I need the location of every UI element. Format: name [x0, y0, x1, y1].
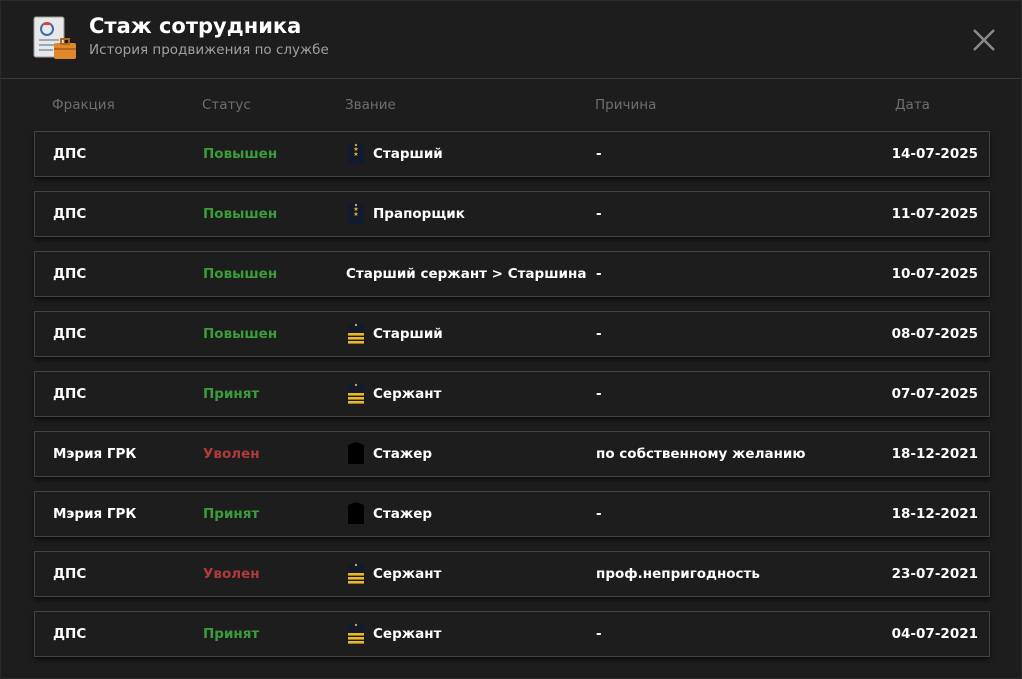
date-cell: 18-12-2021	[891, 506, 978, 522]
faction-cell: ДПС	[53, 626, 87, 642]
reason-cell: -	[596, 626, 602, 642]
faction-cell: ДПС	[53, 206, 87, 222]
reason-cell: -	[596, 206, 602, 222]
rank-label: Сержант	[373, 626, 442, 642]
page-title: Стаж сотрудника	[89, 14, 302, 38]
status-cell: Принят	[203, 626, 260, 642]
table-row: ДПС Повышен ★ ★ Прапорщик - 11-07-2025	[34, 191, 990, 237]
reason-cell: проф.непригодность	[596, 566, 760, 582]
rank-cell: Старший сержант > Старшина	[346, 252, 586, 296]
status-cell: Повышен	[203, 266, 278, 282]
rank-cell: Стажер	[346, 492, 432, 536]
table-row: Мэрия ГРК Уволен Стажер по собственному жел…	[34, 431, 990, 477]
rank-label: Старший	[373, 146, 443, 162]
window-header: Стаж сотрудника История продвижения по с…	[1, 1, 1021, 79]
faction-cell: ДПС	[53, 566, 87, 582]
shoulder-board-stripes-icon	[348, 382, 364, 404]
rank-label: Сержант	[373, 566, 442, 582]
faction-cell: ДПС	[53, 326, 87, 342]
status-cell: Уволен	[203, 446, 260, 462]
faction-cell: ДПС	[53, 386, 87, 402]
column-header-faction: Фракция	[52, 97, 115, 113]
rank-cell: ★ ★ Старший	[346, 132, 443, 176]
seniority-window: Стаж сотрудника История продвижения по с…	[0, 0, 1022, 679]
rank-label: Старший	[373, 326, 443, 342]
shoulder-board-stripes-icon	[348, 322, 364, 344]
reason-cell: -	[596, 506, 602, 522]
rank-cell: Старший	[346, 312, 443, 356]
table-row: ДПС Повышен Старший - 08-07-2025	[34, 311, 990, 357]
table-row: ДПС Повышен ★ ★ Старший - 14-07-2025	[34, 131, 990, 177]
rank-cell: Сержант	[346, 372, 441, 416]
rank-label: Сержант	[373, 386, 442, 402]
column-header-date: Дата	[895, 97, 930, 113]
table-row: ДПС Принят Сержант - 04-07-2021	[34, 611, 990, 657]
rank-label: Стажер	[373, 446, 433, 462]
svg-text:★: ★	[353, 211, 358, 218]
faction-cell: ДПС	[53, 266, 87, 282]
status-cell: Уволен	[203, 566, 260, 582]
shoulder-board-stripes-icon	[348, 562, 364, 584]
faction-cell: ДПС	[53, 146, 87, 162]
column-header-status: Статус	[202, 97, 251, 113]
table-row: ДПС Уволен Сержант проф.непригодность 23-07-…	[34, 551, 990, 597]
rank-cell: Сержант	[346, 552, 441, 596]
date-cell: 07-07-2025	[891, 386, 978, 402]
table-header: Фракция Статус Звание Причина Дата	[1, 79, 1021, 131]
faction-cell: Мэрия ГРК	[53, 506, 137, 522]
status-cell: Повышен	[203, 326, 278, 342]
status-cell: Принят	[203, 386, 260, 402]
date-cell: 04-07-2021	[891, 626, 978, 642]
status-cell: Принят	[203, 506, 260, 522]
rank-label: Старший сержант > Старшина	[346, 266, 587, 282]
date-cell: 11-07-2025	[891, 206, 978, 222]
date-cell: 08-07-2025	[891, 326, 978, 342]
rank-cell: Сержант	[346, 612, 441, 656]
shoulder-board-stripes-icon	[348, 622, 364, 644]
reason-cell: -	[596, 386, 602, 402]
date-cell: 18-12-2021	[891, 446, 978, 462]
svg-text:★: ★	[353, 151, 358, 158]
reason-cell: по собственному желанию	[596, 446, 806, 462]
date-cell: 10-07-2025	[891, 266, 978, 282]
reason-cell: -	[596, 326, 602, 342]
column-header-rank: Звание	[345, 97, 396, 113]
close-icon[interactable]	[967, 23, 1001, 57]
date-cell: 14-07-2025	[891, 146, 978, 162]
table-row: Мэрия ГРК Принят Стажер - 18-12-2021	[34, 491, 990, 537]
rank-label: Прапорщик	[373, 206, 465, 222]
table-row: ДПС Повышен Старший сержант > Старшина - 10-…	[34, 251, 990, 297]
status-cell: Повышен	[203, 146, 278, 162]
table-row: ДПС Принят Сержант - 07-07-2025	[34, 371, 990, 417]
reason-cell: -	[596, 266, 602, 282]
faction-cell: Мэрия ГРК	[53, 446, 137, 462]
page-subtitle: История продвижения по службе	[89, 42, 329, 58]
shoulder-board-star-icon: ★★	[348, 142, 364, 164]
shoulder-board-plain-icon	[348, 502, 364, 524]
rank-cell: ★ ★ Прапорщик	[346, 192, 465, 236]
status-cell: Повышен	[203, 206, 278, 222]
document-briefcase-icon	[33, 16, 76, 59]
shoulder-board-star-icon: ★★	[348, 202, 364, 224]
rank-label: Стажер	[373, 506, 433, 522]
reason-cell: -	[596, 146, 602, 162]
column-header-reason: Причина	[595, 97, 657, 113]
rank-cell: Стажер	[346, 432, 432, 476]
date-cell: 23-07-2021	[891, 566, 978, 582]
shoulder-board-plain-icon	[348, 442, 364, 464]
